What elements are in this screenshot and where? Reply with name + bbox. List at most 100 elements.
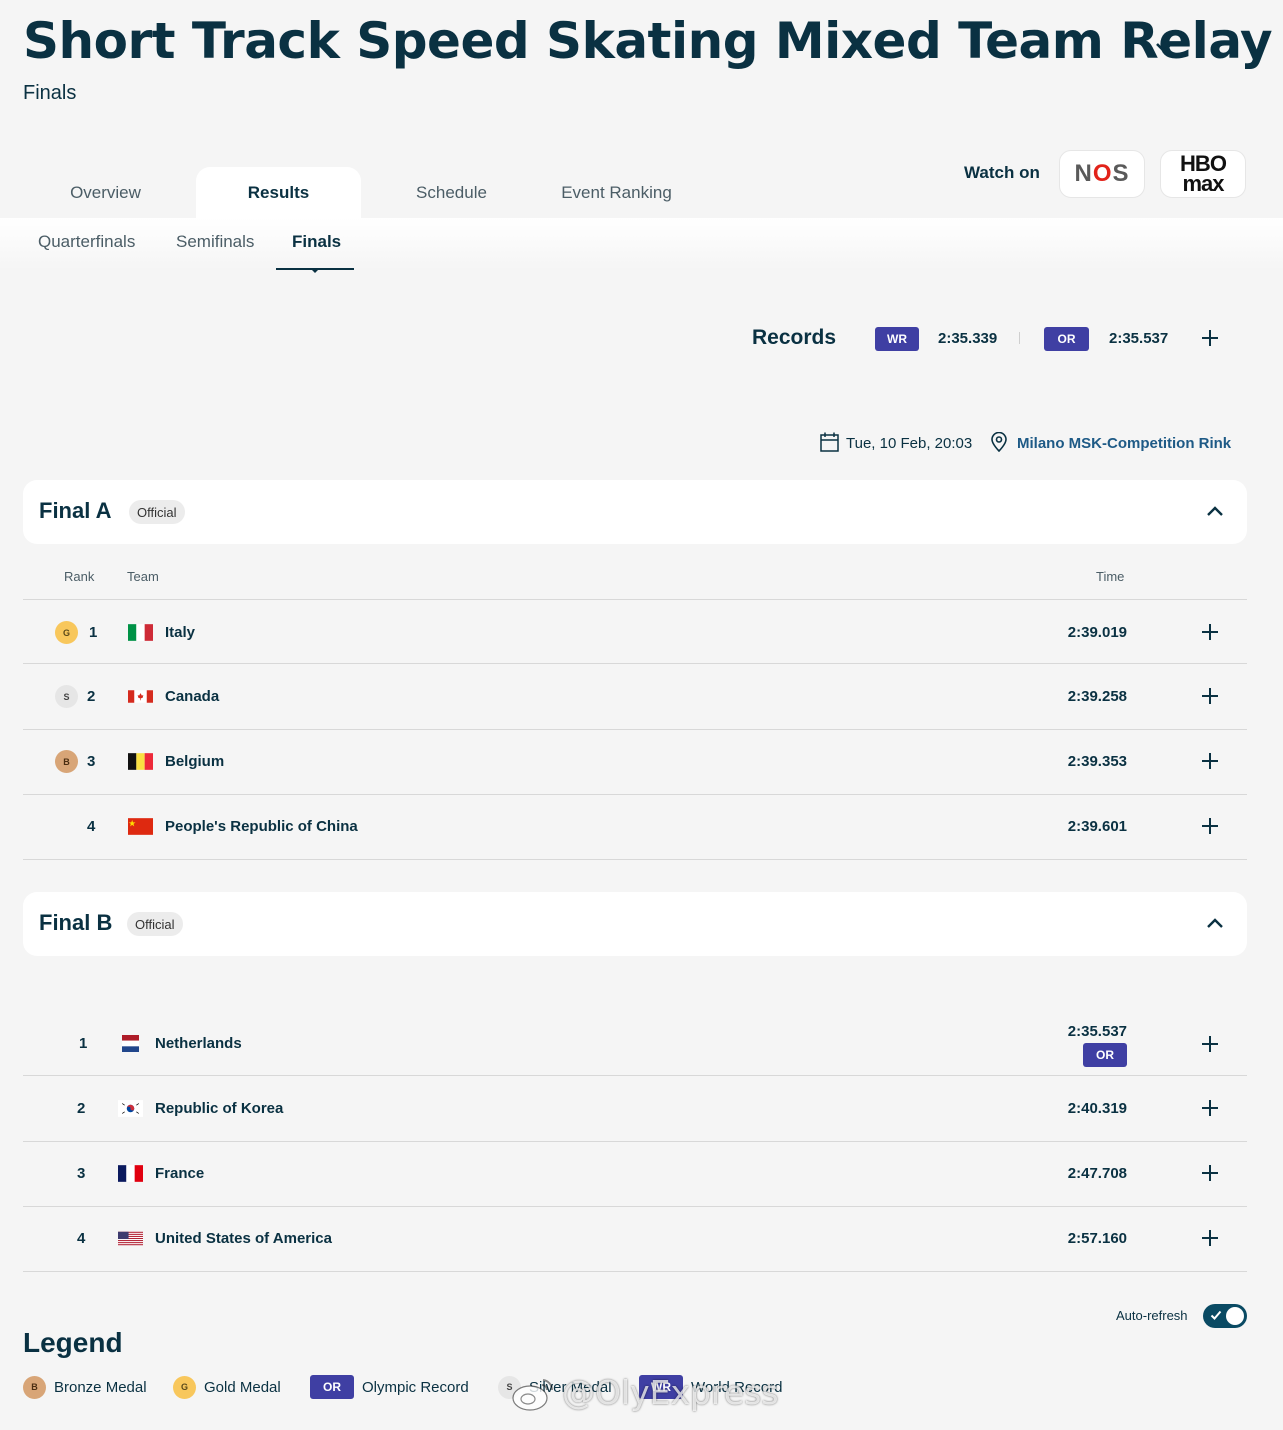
- rank-value: 3: [87, 753, 96, 770]
- time-value: 2:47.708: [1067, 1165, 1127, 1182]
- gold-medal-icon: G: [173, 1375, 196, 1399]
- tab-schedule[interactable]: Schedule: [369, 167, 534, 218]
- records-divider: [1019, 332, 1020, 344]
- expand-plus-icon[interactable]: [1201, 1035, 1219, 1053]
- table-row[interactable]: 1 Netherlands 2:35.537 OR: [23, 1011, 1247, 1076]
- team-name: People's Republic of China: [165, 818, 358, 835]
- event-datetime: Tue, 10 Feb, 20:03: [846, 435, 973, 452]
- time-value: 2:57.160: [1067, 1230, 1127, 1247]
- or-badge: OR: [1044, 327, 1089, 351]
- table-row[interactable]: 4 United States of America 2:57.160: [23, 1207, 1247, 1272]
- tab-event-ranking[interactable]: Event Ranking: [534, 167, 699, 218]
- wr-value: 2:35.339: [938, 330, 998, 347]
- bronze-medal-icon: B: [55, 750, 78, 773]
- calendar-icon: [820, 432, 839, 452]
- korea-flag-icon: [118, 1100, 143, 1117]
- chevron-up-icon[interactable]: [1205, 502, 1225, 522]
- team-name: Netherlands: [155, 1035, 242, 1052]
- legend-title: Legend: [23, 1327, 123, 1358]
- subtab-semifinals[interactable]: Semifinals: [176, 232, 254, 252]
- team-name: Canada: [165, 688, 220, 705]
- expand-plus-icon[interactable]: [1201, 623, 1219, 641]
- tab-results[interactable]: Results: [196, 167, 361, 218]
- time-value: 2:39.353: [1067, 753, 1127, 770]
- rank-value: 2: [87, 688, 96, 705]
- rank-value: 1: [79, 1035, 88, 1052]
- team-name: Belgium: [165, 753, 225, 770]
- final-a-header[interactable]: Final A Official: [23, 480, 1247, 544]
- time-value: 2:39.601: [1067, 818, 1127, 835]
- rank-value: 2: [77, 1100, 86, 1117]
- team-name: United States of America: [155, 1230, 332, 1247]
- netherlands-flag-icon: [122, 1035, 139, 1052]
- table-row[interactable]: S 2 Canada 2:39.258: [23, 665, 1247, 730]
- time-value: 2:35.537: [1067, 1023, 1127, 1040]
- location-pin-icon: [991, 432, 1007, 452]
- rank-value: 4: [87, 818, 96, 835]
- expand-plus-icon[interactable]: [1201, 1099, 1219, 1117]
- table-row[interactable]: 2 Republic of Korea 2:40.319: [23, 1077, 1247, 1142]
- table-row[interactable]: 4 People's Republic of China 2:39.601: [23, 795, 1247, 860]
- team-name: Italy: [165, 624, 196, 641]
- or-value: 2:35.537: [1109, 330, 1169, 347]
- wr-badge: WR: [875, 327, 919, 351]
- france-flag-icon: [118, 1165, 143, 1182]
- rank-value: 3: [77, 1165, 86, 1182]
- column-header-team: Team: [127, 569, 159, 584]
- max-logo-text: max: [1182, 171, 1224, 196]
- final-a-status-badge: Official: [129, 500, 185, 524]
- table-row[interactable]: 3 France 2:47.708: [23, 1142, 1247, 1207]
- china-flag-icon: [128, 818, 153, 835]
- expand-plus-icon[interactable]: [1201, 752, 1219, 770]
- auto-refresh-toggle[interactable]: [1203, 1304, 1247, 1328]
- nos-logo: NOS: [1074, 160, 1130, 187]
- or-record-badge: OR: [1083, 1043, 1127, 1067]
- toggle-knob: [1226, 1307, 1244, 1325]
- watch-on-label: Watch on: [964, 163, 1040, 182]
- table-row[interactable]: B 3 Belgium 2:39.353: [23, 730, 1247, 795]
- team-name: Republic of Korea: [155, 1100, 284, 1117]
- table-row[interactable]: G 1 Italy 2:39.019: [23, 599, 1247, 664]
- expand-plus-icon[interactable]: [1201, 1164, 1219, 1182]
- expand-plus-icon[interactable]: [1201, 817, 1219, 835]
- usa-flag-icon: [118, 1231, 143, 1246]
- gold-medal-icon: G: [55, 621, 78, 644]
- silver-medal-icon: S: [55, 685, 78, 708]
- expand-plus-icon[interactable]: [1201, 1229, 1219, 1247]
- final-b-title: Final B: [39, 910, 113, 935]
- watermark: @OlyExpress: [510, 1373, 779, 1412]
- bronze-medal-icon: B: [23, 1375, 46, 1399]
- page-title: Short Track Speed Skating Mixed Team Rel…: [23, 12, 1273, 70]
- legend-item-bronze: B Bronze Medal: [23, 1375, 147, 1399]
- weibo-logo-icon: [512, 1378, 554, 1411]
- subtab-finals[interactable]: Finals: [292, 232, 341, 252]
- expand-plus-icon[interactable]: [1201, 687, 1219, 705]
- legend-label: Bronze Medal: [54, 1378, 147, 1396]
- canada-flag-icon: [128, 690, 153, 703]
- nos-logo-button[interactable]: NOS: [1059, 150, 1145, 198]
- legend-item-olympic-record: OR Olympic Record: [310, 1375, 469, 1399]
- subtab-quarterfinals[interactable]: Quarterfinals: [38, 232, 135, 252]
- column-header-rank: Rank: [64, 569, 95, 584]
- final-a-title: Final A: [39, 498, 112, 523]
- italy-flag-icon: [128, 624, 153, 641]
- belgium-flag-icon: [128, 753, 153, 770]
- time-value: 2:40.319: [1067, 1100, 1127, 1117]
- final-b-header[interactable]: Final B Official: [23, 892, 1247, 956]
- final-b-status-badge: Official: [127, 912, 183, 936]
- team-name: France: [155, 1165, 205, 1182]
- records-expand-plus-icon[interactable]: [1201, 329, 1219, 347]
- hbo-max-logo-button[interactable]: HBO max: [1160, 150, 1246, 198]
- watermark-text: @OlyExpress: [562, 1373, 779, 1412]
- venue-link[interactable]: Milano MSK-Competition Rink: [1017, 435, 1231, 452]
- or-badge: OR: [310, 1375, 354, 1399]
- check-icon: [1210, 1310, 1222, 1320]
- subtab-active-notch: [310, 268, 320, 273]
- tab-overview[interactable]: Overview: [23, 167, 188, 218]
- chevron-up-icon[interactable]: [1205, 914, 1225, 934]
- auto-refresh-label: Auto-refresh: [1116, 1308, 1188, 1323]
- rank-value: 4: [77, 1230, 86, 1247]
- column-header-time: Time: [1096, 569, 1125, 584]
- time-value: 2:39.019: [1067, 624, 1127, 641]
- chevron-down-icon[interactable]: [1153, 36, 1175, 58]
